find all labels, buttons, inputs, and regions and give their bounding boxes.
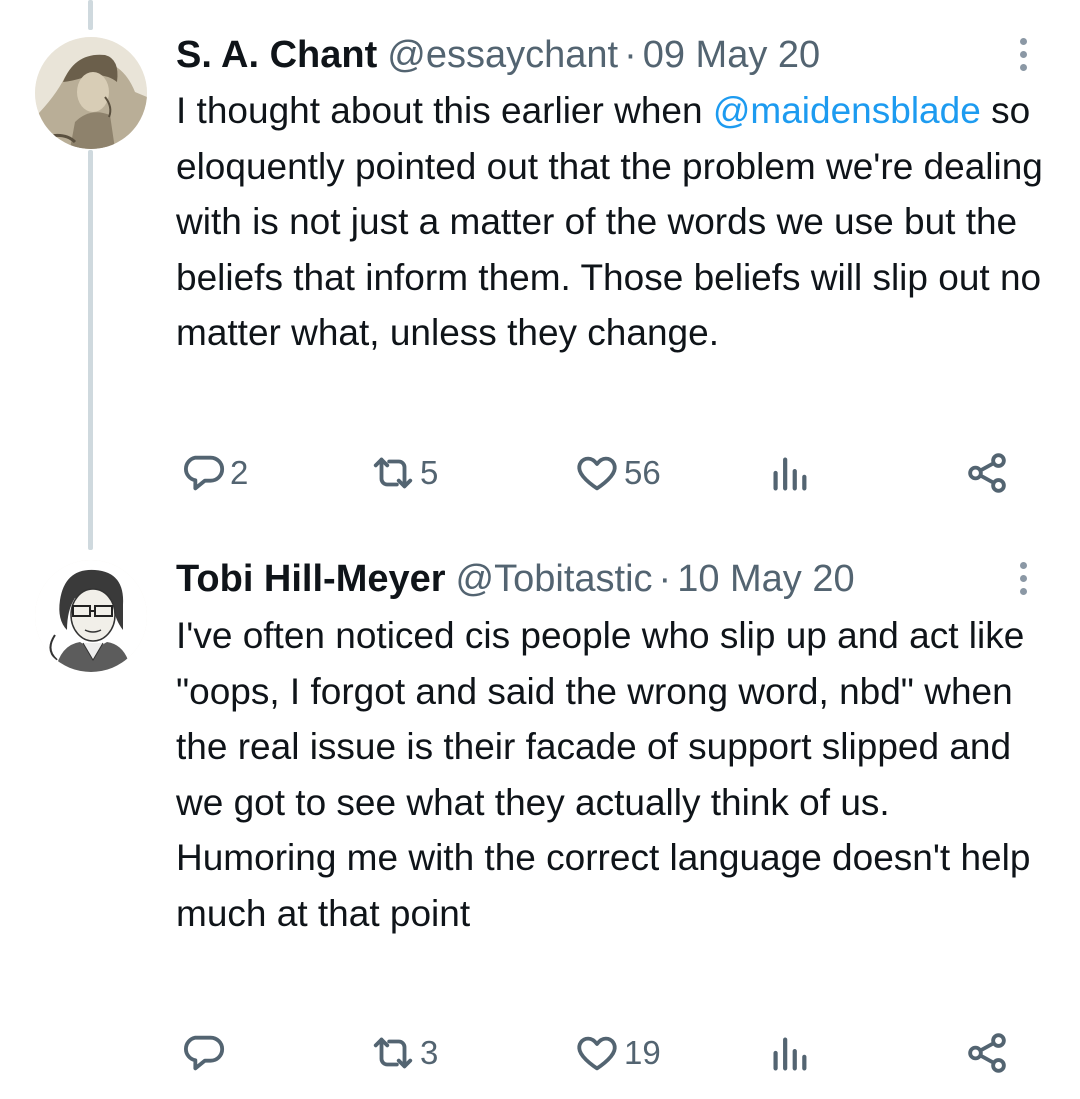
tweet-actions: 3 19 <box>176 1025 1016 1081</box>
reply-button[interactable]: 2 <box>180 445 248 501</box>
like-icon <box>577 456 617 491</box>
views-button[interactable] <box>766 445 812 501</box>
like-button[interactable]: 56 <box>574 445 661 501</box>
repost-button[interactable]: 3 <box>370 1025 438 1081</box>
like-icon <box>577 1036 617 1071</box>
separator: · <box>658 558 672 600</box>
author-name[interactable]: Tobi Hill-Meyer <box>176 556 446 602</box>
thread-line-top <box>88 0 93 30</box>
avatar[interactable] <box>35 37 147 149</box>
tweet-actions: 2 5 56 <box>176 445 1016 501</box>
avatar[interactable] <box>35 560 147 672</box>
author-name[interactable]: S. A. Chant <box>176 32 377 78</box>
tweet-text: I thought about this earlier when @maide… <box>176 83 1056 361</box>
share-button[interactable] <box>964 1025 1010 1081</box>
reply-icon <box>184 455 224 491</box>
tweet-date[interactable]: 09 May 20 <box>643 32 820 78</box>
like-count: 19 <box>624 1034 661 1071</box>
author-handle[interactable]: @Tobitastic <box>456 556 653 602</box>
repost-count: 3 <box>420 1034 439 1071</box>
tweet-text-part: I thought about this earlier when <box>176 90 713 131</box>
views-icon <box>773 1037 807 1071</box>
repost-button[interactable]: 5 <box>370 445 438 501</box>
tweet-date[interactable]: 10 May 20 <box>677 556 854 602</box>
reply-button[interactable] <box>180 1025 230 1081</box>
like-count: 56 <box>624 454 661 491</box>
share-icon <box>968 453 1006 493</box>
avatar-image-icon <box>35 560 147 672</box>
like-button[interactable]: 19 <box>574 1025 661 1081</box>
separator: · <box>624 34 637 76</box>
tweet-header: Tobi Hill-Meyer @Tobitastic · 10 May 20 <box>176 556 855 602</box>
mention-link[interactable]: @maidensblade <box>713 90 981 131</box>
repost-count: 5 <box>420 454 439 491</box>
share-icon <box>968 1033 1006 1073</box>
avatar-image-icon <box>35 37 147 149</box>
more-icon[interactable] <box>1016 562 1030 595</box>
thread-line <box>88 150 93 550</box>
repost-icon <box>373 457 413 489</box>
tweet-text: I've often noticed cis people who slip u… <box>176 615 1031 934</box>
repost-icon <box>373 1037 413 1069</box>
author-handle[interactable]: @essaychant <box>387 32 618 78</box>
views-icon <box>773 457 807 491</box>
reply-icon <box>184 1035 224 1071</box>
reply-count: 2 <box>230 454 249 491</box>
share-button[interactable] <box>964 445 1010 501</box>
more-icon[interactable] <box>1016 38 1030 71</box>
tweet-header: S. A. Chant @essaychant · 09 May 20 <box>176 32 820 78</box>
views-button[interactable] <box>766 1025 812 1081</box>
